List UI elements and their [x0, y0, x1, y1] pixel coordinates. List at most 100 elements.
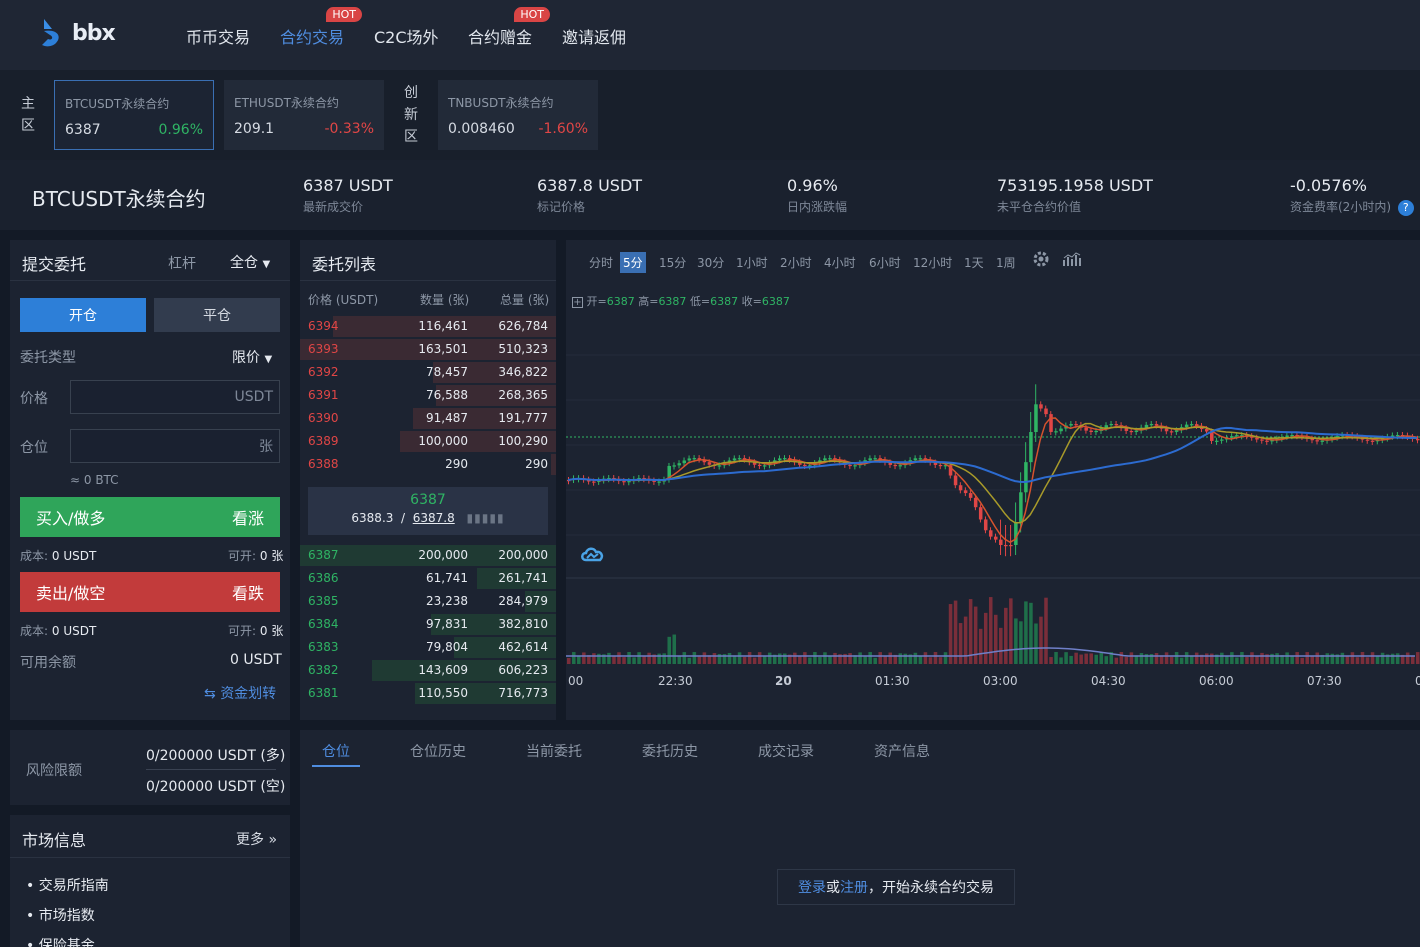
- bid-row[interactable]: 6381 110,550 716,773: [300, 682, 556, 705]
- volume-bar: [1315, 652, 1320, 664]
- volume-bar: [747, 652, 752, 664]
- info-item-insurance[interactable]: • 保险基金: [26, 935, 95, 947]
- ob-qty: 200,000: [418, 548, 468, 562]
- timeframe-5[interactable]: 2小时: [777, 252, 815, 273]
- timeframe-1[interactable]: 5分: [620, 252, 646, 273]
- volume-bar: [1004, 607, 1008, 664]
- nav-c2c[interactable]: C2C场外: [374, 24, 439, 48]
- logo[interactable]: bbx: [40, 17, 116, 49]
- timeframe-8[interactable]: 12小时: [910, 252, 955, 273]
- volume-bar: [1119, 652, 1124, 664]
- bid-row[interactable]: 6385 23,238 284,979: [300, 590, 556, 613]
- register-link[interactable]: 注册: [840, 877, 868, 897]
- volume-bar: [933, 652, 938, 664]
- candle-body: [1024, 462, 1028, 493]
- leverage-link[interactable]: 杠杆: [168, 253, 196, 273]
- tab-positions[interactable]: 仓位: [322, 741, 350, 761]
- bid-row[interactable]: 6382 143,609 606,223: [300, 659, 556, 682]
- ob-qty: 143,609: [418, 663, 468, 677]
- volume-bar: [958, 623, 963, 664]
- info-item-index[interactable]: • 市场指数: [26, 905, 95, 925]
- order-type-select[interactable]: 限价 ▼: [232, 347, 272, 367]
- nav-futures[interactable]: 合约交易 HOT: [280, 7, 363, 48]
- ask-row[interactable]: 6391 76,588 268,365: [300, 384, 556, 407]
- price-input[interactable]: USDT: [70, 380, 280, 414]
- settings-icon[interactable]: [1032, 250, 1050, 268]
- timeframe-0[interactable]: 分时: [586, 252, 616, 273]
- ask-row[interactable]: 6389 100,000 100,290: [300, 430, 556, 453]
- ma-line-long: [567, 426, 1417, 484]
- tab-open-orders[interactable]: 当前委托: [526, 741, 582, 761]
- volume-bar: [1169, 656, 1174, 664]
- market-card-btc[interactable]: BTCUSDT永续合约 6387 0.96%: [54, 80, 214, 150]
- transfer-link[interactable]: ⇆ 资金划转: [204, 683, 276, 703]
- ohlc-readout: + 开=6387 高=6387 低=6387 收=6387: [572, 295, 790, 308]
- qty-input[interactable]: 张: [70, 429, 280, 463]
- candle-body: [868, 458, 872, 461]
- volume-bar: [1305, 652, 1309, 664]
- ob-qty: 163,501: [418, 342, 468, 356]
- timeframe-6[interactable]: 4小时: [821, 252, 859, 273]
- hot-badge: HOT: [326, 7, 363, 22]
- timeframe-3[interactable]: 30分: [694, 252, 727, 273]
- volume-bar: [988, 597, 993, 664]
- tab-assets[interactable]: 资产信息: [874, 741, 930, 761]
- volume-bar: [1184, 652, 1189, 664]
- volume-bar: [672, 634, 677, 664]
- login-link[interactable]: 登录: [798, 877, 826, 897]
- volume-bar: [1380, 652, 1385, 664]
- cloud-icon[interactable]: [580, 544, 606, 564]
- volume-bar: [617, 652, 621, 664]
- bid-row[interactable]: 6387 200,000 200,000: [300, 544, 556, 567]
- login-prompt: 登录 或 注册 ，开始永续合约交易: [777, 869, 1015, 905]
- open-position-tab[interactable]: 开仓: [20, 298, 146, 332]
- volume-bar: [1154, 653, 1159, 664]
- ask-row[interactable]: 6394 116,461 626,784: [300, 315, 556, 338]
- bid-row[interactable]: 6384 97,831 382,810: [300, 613, 556, 636]
- indicator-icon[interactable]: [1062, 250, 1082, 268]
- volume-bar: [918, 655, 923, 664]
- candle-body: [627, 481, 631, 483]
- info-item-guide[interactable]: • 交易所指南: [26, 875, 109, 895]
- candle-body: [682, 460, 687, 464]
- market-card-tnb[interactable]: TNBUSDT永续合约 0.008460 -1.60%: [438, 80, 598, 150]
- more-link[interactable]: 更多 »: [236, 829, 277, 849]
- timeframe-9[interactable]: 1天: [961, 252, 987, 273]
- nav-spot[interactable]: 币币交易: [186, 24, 250, 48]
- ask-row[interactable]: 6390 91,487 191,777: [300, 407, 556, 430]
- volume-bar: [662, 653, 666, 664]
- ask-row[interactable]: 6393 163,501 510,323: [300, 338, 556, 361]
- timeframe-10[interactable]: 1周: [993, 252, 1019, 273]
- divider: [10, 280, 290, 281]
- nav-bonus[interactable]: 合约赠金 HOT: [468, 7, 551, 48]
- timeframe-2[interactable]: 15分: [656, 252, 689, 273]
- buy-long-button[interactable]: 买入/做多 看涨: [20, 497, 280, 537]
- tab-order-history[interactable]: 委托历史: [642, 741, 698, 761]
- tab-trades[interactable]: 成交记录: [758, 741, 814, 761]
- candle-body: [953, 475, 958, 486]
- margin-mode-select[interactable]: 全仓 ▼: [230, 252, 270, 272]
- ob-price: 6394: [308, 319, 339, 333]
- bid-row[interactable]: 6386 61,741 261,741: [300, 567, 556, 590]
- ob-header-qty: 数量 (张): [420, 293, 470, 307]
- ob-last-price: 6387: [410, 492, 446, 508]
- ask-row[interactable]: 6392 78,457 346,822: [300, 361, 556, 384]
- market-card-eth[interactable]: ETHUSDT永续合约 209.1 -0.33%: [224, 80, 384, 150]
- question-icon[interactable]: ?: [1397, 200, 1414, 216]
- tab-position-history[interactable]: 仓位历史: [410, 741, 466, 761]
- candle-body: [677, 463, 682, 466]
- bbx-logo-icon: [42, 19, 59, 47]
- candle-body: [717, 465, 722, 467]
- volume-bar: [1009, 598, 1013, 664]
- nav-invite[interactable]: 邀请返佣: [562, 24, 626, 48]
- timeframe-4[interactable]: 1小时: [733, 252, 771, 273]
- volume-bar: [793, 652, 797, 664]
- kline-chart[interactable]: [566, 310, 1420, 668]
- ask-row[interactable]: 6388 290 290: [300, 453, 556, 476]
- volume-bar: [1370, 652, 1375, 664]
- bid-row[interactable]: 6383 79,804 462,614: [300, 636, 556, 659]
- sell-short-button[interactable]: 卖出/做空 看跌: [20, 572, 280, 612]
- timeframe-7[interactable]: 6小时: [866, 252, 904, 273]
- close-position-tab[interactable]: 平仓: [154, 298, 280, 332]
- ob-total: 191,777: [498, 411, 548, 425]
